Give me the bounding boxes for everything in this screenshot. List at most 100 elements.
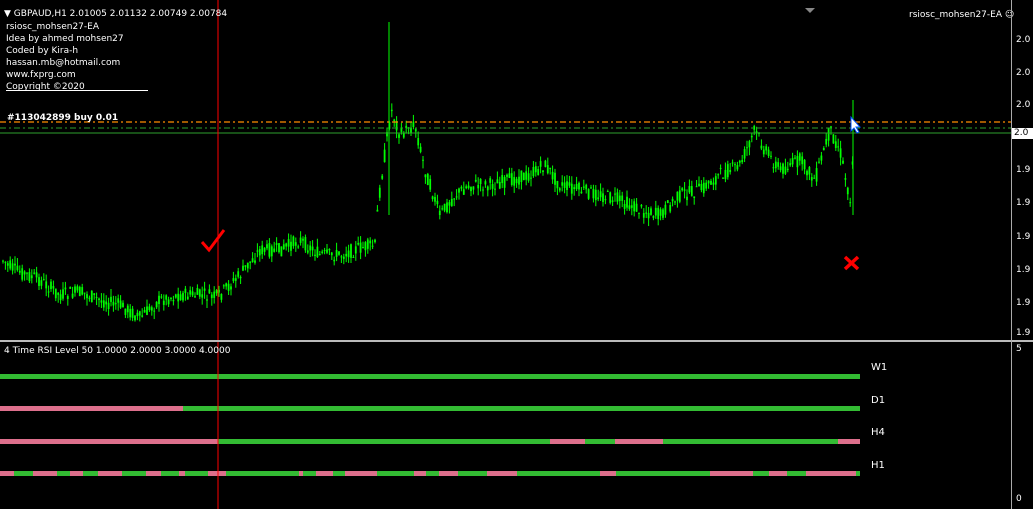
candle-body — [297, 246, 300, 248]
candle-body — [686, 196, 688, 201]
candle-body — [616, 192, 619, 202]
candle-body — [614, 193, 616, 195]
candle-body — [585, 184, 588, 190]
candle-body — [570, 183, 573, 194]
candle-body — [654, 207, 657, 216]
candle-body — [167, 299, 170, 305]
candle-body — [592, 188, 595, 199]
candle-body — [669, 205, 672, 212]
indicator-scale-bottom: 0 — [1016, 494, 1022, 504]
indicator-title: 4 Time RSI Level 50 1.0000 2.0000 3.0000… — [4, 346, 231, 356]
rsi-bar-h1 — [753, 471, 769, 476]
candle-body — [604, 199, 607, 201]
candle-body — [443, 203, 446, 211]
candle-body — [760, 145, 763, 149]
order-label[interactable]: #113042899 buy 0.01 — [7, 113, 118, 124]
rsi-bar-h4 — [0, 439, 218, 444]
candle-body — [527, 173, 530, 181]
candle-body — [429, 178, 432, 190]
candle-body — [93, 293, 96, 295]
candle-body — [501, 175, 504, 184]
candle-body — [534, 166, 537, 173]
rsi-bar-h1 — [726, 471, 734, 476]
candle-body — [453, 198, 456, 200]
candle-body — [664, 204, 667, 215]
indicator-canvas — [0, 342, 860, 509]
candle-body — [467, 185, 470, 189]
candle-body — [186, 296, 189, 300]
candle-body — [657, 207, 660, 220]
candle-body — [316, 246, 319, 258]
candle-body — [731, 162, 734, 164]
rsi-bar-h1 — [316, 471, 333, 476]
candle-body — [489, 178, 492, 183]
rsi-bar-h1 — [127, 471, 146, 476]
candle-body — [273, 248, 276, 252]
candle-body — [508, 173, 511, 178]
candle-body — [546, 165, 549, 174]
candle-body — [606, 191, 609, 193]
candle-body — [45, 281, 48, 289]
rsi-bar-h4 — [585, 439, 615, 444]
candle-body — [266, 244, 268, 249]
candle-body — [6, 263, 9, 266]
rsi-bar-h1 — [517, 471, 535, 476]
candle-body — [556, 181, 559, 189]
candle-body — [736, 165, 739, 170]
candle-body — [587, 189, 590, 199]
candle-body — [618, 195, 621, 202]
candle-body — [347, 250, 350, 258]
candle-body — [112, 301, 115, 306]
candle-body — [609, 192, 612, 203]
smiley-icon[interactable]: ☺ — [1005, 10, 1014, 20]
rsi-bar-h1 — [372, 471, 377, 476]
candle-body — [174, 294, 177, 298]
candle-body — [813, 177, 816, 179]
rsi-bar-h1 — [810, 471, 819, 476]
candle-body — [525, 171, 528, 180]
candle-body — [645, 212, 648, 214]
rsi-bar-h1 — [83, 471, 98, 476]
candle-body — [232, 278, 235, 282]
candle-body — [78, 286, 81, 297]
candle-body — [66, 296, 69, 300]
candle-body — [50, 281, 52, 290]
candle-body — [134, 315, 136, 321]
candle-body — [419, 146, 422, 152]
candle-body — [417, 138, 420, 146]
candle-body — [268, 243, 271, 257]
rsi-bar-h1 — [499, 471, 508, 476]
candle-body — [54, 288, 57, 299]
candle-body — [482, 189, 484, 191]
candle-body — [832, 134, 835, 144]
candle-body — [549, 167, 552, 170]
candle-body — [796, 156, 799, 168]
candle-body — [160, 296, 163, 298]
rsi-bar-h1 — [0, 471, 14, 476]
candle-body — [318, 254, 321, 256]
candle-body — [261, 245, 264, 255]
candle-body — [393, 119, 396, 122]
current-price-tag: 2.0 — [1012, 128, 1033, 139]
candle-body — [791, 157, 794, 165]
candle-body — [424, 174, 427, 178]
candle-body — [626, 196, 628, 208]
candle-body — [465, 186, 468, 189]
indicator-panel[interactable]: 4 Time RSI Level 50 1.0000 2.0000 3.0000… — [0, 342, 1033, 509]
price-chart-canvas[interactable] — [0, 0, 1011, 340]
candle-body — [234, 278, 237, 281]
candle-body — [35, 272, 38, 278]
rsi-bar-h1 — [115, 471, 122, 476]
cursor-icon — [850, 115, 862, 134]
candle-body — [342, 256, 345, 259]
candle-body — [671, 198, 674, 202]
collapse-triangle-icon[interactable]: ▼ — [4, 9, 11, 19]
candle-body — [774, 161, 777, 169]
rsi-bar-h1 — [266, 471, 281, 476]
price-tick-label: 1.9 — [1016, 298, 1031, 308]
price-chart-panel[interactable]: ▼ GBPAUD,H1 2.01005 2.01132 2.00749 2.00… — [0, 0, 1033, 340]
candle-body — [834, 141, 837, 149]
candle-body — [412, 121, 415, 127]
candle-body — [40, 280, 43, 286]
candle-body — [750, 135, 753, 138]
